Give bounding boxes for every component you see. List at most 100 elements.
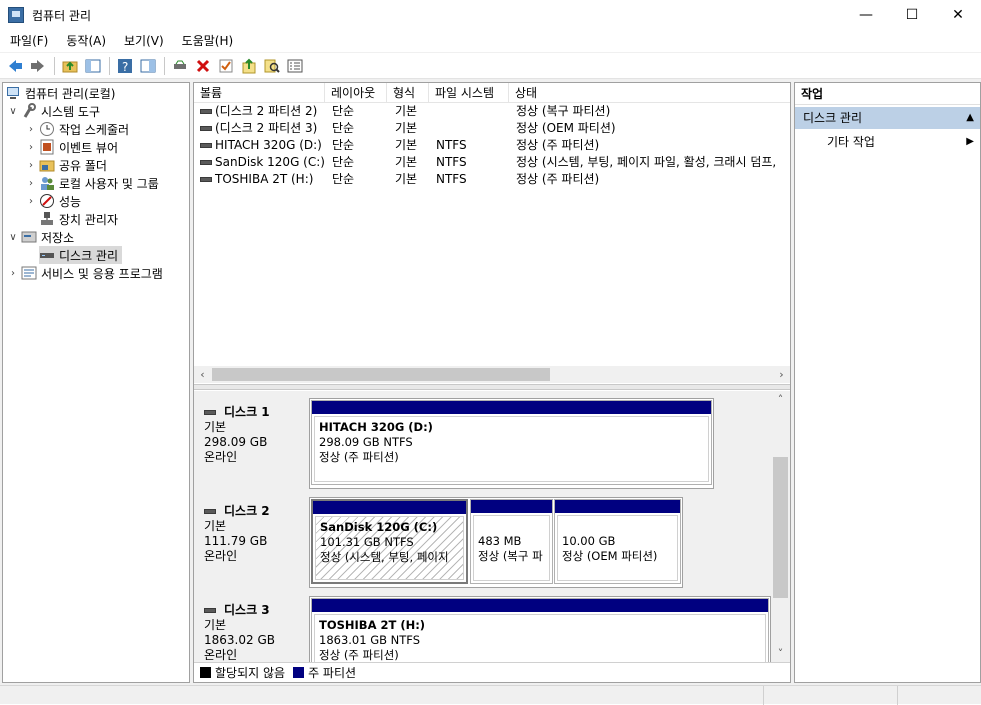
partition-oem[interactable]: 10.00 GB 정상 (OEM 파티션) [554,499,681,584]
menu-action[interactable]: 동작(A) [56,30,114,52]
volume-layout: 단순 [332,138,355,152]
triangle-right-icon: ▶ [966,136,974,147]
disk-1-info[interactable]: 디스크 1 기본 298.09 GB 온라인 [198,405,308,465]
vertical-scrollbar[interactable]: ˄ ˅ [772,391,789,662]
column-header-layout[interactable]: 레이아웃 [325,83,387,103]
tree-item-performance[interactable]: › 성능 [25,192,81,210]
partition-sandisk-c[interactable]: SanDisk 120G (C:) 101.31 GB NTFS 정상 (시스템… [311,499,468,584]
performance-icon [39,193,55,209]
volume-list-header: 볼륨 레이아웃 형식 파일 시스템 상태 [194,83,790,103]
volume-name: HITACH 320G (D:) [215,138,322,152]
column-header-type[interactable]: 형식 [387,83,429,103]
delete-icon[interactable] [192,55,214,77]
details-icon[interactable] [284,55,306,77]
horizontal-scrollbar[interactable]: ‹ › [194,366,790,383]
actions-header: 작업 [795,83,980,105]
actions-section-disk-management[interactable]: 디스크 관리 ▲ [795,107,980,129]
window-title: 컴퓨터 관리 [32,8,92,23]
chevron-right-icon[interactable]: › [25,160,37,171]
disk-2-info[interactable]: 디스크 2 기본 111.79 GB 온라인 [198,504,308,564]
menu-view[interactable]: 보기(V) [114,30,172,52]
volume-layout: 단순 [332,155,355,169]
clock-icon [39,121,55,137]
partition-recovery[interactable]: 483 MB 정상 (복구 파 [470,499,553,584]
chevron-right-icon[interactable]: › [773,366,790,383]
tree-item-system-tools[interactable]: ∨ 시스템 도구 [7,102,100,120]
disk-3-info[interactable]: 디스크 3 기본 1863.02 GB 온라인 [198,603,308,662]
chevron-right-icon[interactable]: › [25,196,37,207]
chevron-left-icon[interactable]: ‹ [194,366,211,383]
tree-label: 서비스 및 응용 프로그램 [41,266,163,281]
pane-splitter[interactable] [194,384,790,390]
disk-icon [204,410,216,415]
properties-pane-icon[interactable] [137,55,159,77]
tree-item-shared-folders[interactable]: › 공유 폴더 [25,156,107,174]
chevron-down-icon[interactable]: ∨ [7,232,19,243]
disk-name: 디스크 3 [224,603,270,617]
tree-item-local-users[interactable]: › 로컬 사용자 및 그룹 [25,174,159,192]
volume-type: 기본 [395,104,418,118]
chevron-right-icon[interactable]: › [25,178,37,189]
close-button[interactable]: ✕ [935,0,981,30]
tree-item-device-manager[interactable]: 장치 관리자 [39,210,118,228]
partition-size: 101.31 GB NTFS [320,535,414,549]
check-icon[interactable] [215,55,237,77]
partition-hitachi-d[interactable]: HITACH 320G (D:) 298.09 GB NTFS 정상 (주 파티… [311,400,712,485]
back-icon[interactable] [4,55,26,77]
tree-label: 컴퓨터 관리(로컬) [25,86,116,101]
tree-label: 작업 스케줄러 [59,122,130,137]
table-row[interactable]: TOSHIBA 2T (H:) 단순 기본 NTFS 정상 (주 파티션) [194,171,790,188]
volume-name: TOSHIBA 2T (H:) [215,172,314,186]
toolbar: ? [0,53,981,79]
table-row[interactable]: (디스크 2 파티션 3) 단순 기본 정상 (OEM 파티션) [194,120,790,137]
tree-item-storage[interactable]: ∨ 저장소 [7,228,74,246]
chevron-down-icon[interactable]: ˅ [772,645,789,662]
partition-toshiba-h[interactable]: TOSHIBA 2T (H:) 1863.01 GB NTFS 정상 (주 파티… [311,598,769,662]
connect-icon[interactable] [169,55,191,77]
forward-icon[interactable] [27,55,49,77]
maximize-button[interactable]: ☐ [889,0,935,30]
export-icon[interactable] [238,55,260,77]
table-row[interactable]: SanDisk 120G (C:) 단순 기본 NTFS 정상 (시스템, 부팅… [194,154,790,171]
partition-name [478,519,545,534]
chevron-down-icon[interactable]: ∨ [7,106,19,117]
computer-management-window: 컴퓨터 관리 — ☐ ✕ 파일(F) 동작(A) 보기(V) 도움말(H) ? [0,0,981,705]
tree-item-event-viewer[interactable]: › 이벤트 뷰어 [25,138,118,156]
storage-icon [21,229,37,245]
menu-file[interactable]: 파일(F) [0,30,56,52]
minimize-button[interactable]: — [843,0,889,30]
tree-item-task-scheduler[interactable]: › 작업 스케줄러 [25,120,129,138]
disk-size: 1863.02 GB [204,633,275,647]
actions-section-label: 디스크 관리 [803,111,863,125]
volume-status: 정상 (주 파티션) [516,172,600,186]
tree-label: 장치 관리자 [59,212,119,227]
chevron-right-icon[interactable]: › [25,142,37,153]
up-folder-icon[interactable] [59,55,81,77]
search-icon[interactable] [261,55,283,77]
chevron-up-icon[interactable]: ˄ [772,391,789,408]
column-header-status[interactable]: 상태 [509,83,790,103]
tree-item-services[interactable]: › 서비스 및 응용 프로그램 [7,264,163,282]
partition-body: 483 MB 정상 (복구 파 [473,515,550,581]
primary-partition-bar [312,401,711,414]
toolbar-separator [109,56,110,75]
volume-status: 정상 (주 파티션) [516,138,600,152]
scrollbar-thumb[interactable] [212,368,550,381]
table-row[interactable]: (디스크 2 파티션 2) 단순 기본 정상 (복구 파티션) [194,103,790,120]
help-icon[interactable]: ? [114,55,136,77]
column-header-volume[interactable]: 볼륨 [194,83,325,103]
table-row[interactable]: HITACH 320G (D:) 단순 기본 NTFS 정상 (주 파티션) [194,137,790,154]
column-header-filesystem[interactable]: 파일 시스템 [429,83,509,103]
chevron-right-icon[interactable]: › [7,268,19,279]
collapse-up-icon[interactable]: ▲ [966,107,974,129]
tree-label: 공유 폴더 [59,158,107,173]
tree-item-computer-management[interactable]: 컴퓨터 관리(로컬) [5,84,115,102]
more-actions[interactable]: 기타 작업 ▶ [795,132,980,152]
menu-help[interactable]: 도움말(H) [172,30,242,52]
disk-graph-view: 디스크 1 기본 298.09 GB 온라인 HITACH 320G (D:) … [194,391,790,662]
device-manager-icon [39,211,55,227]
tree-item-disk-management[interactable]: 디스크 관리 [39,246,123,264]
chevron-right-icon[interactable]: › [25,124,37,135]
show-hide-tree-icon[interactable] [82,55,104,77]
scrollbar-thumb[interactable] [773,457,788,598]
